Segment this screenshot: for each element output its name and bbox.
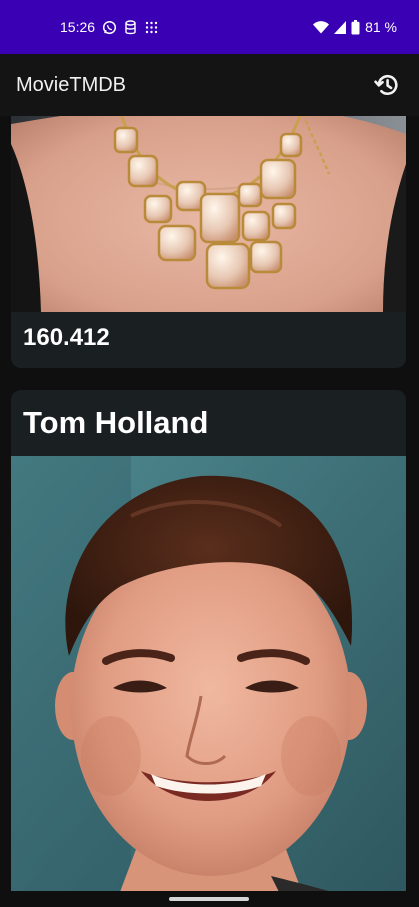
person-photo-tom-holland: [11, 456, 406, 891]
battery-icon: [351, 19, 360, 35]
battery-percent: 81 %: [365, 19, 397, 35]
person-name: Tom Holland: [23, 405, 209, 440]
refresh-history-icon: [373, 71, 401, 99]
popularity-value: 160.412: [23, 324, 110, 351]
status-left: 15:26: [60, 19, 159, 35]
status-right: 81 %: [313, 19, 397, 35]
database-icon: [124, 19, 137, 35]
signal-icon: [334, 20, 347, 34]
person-list[interactable]: 160.412 Tom Holland: [0, 116, 419, 891]
wifi-icon: [313, 20, 330, 34]
gesture-handle[interactable]: [169, 897, 249, 901]
person-card[interactable]: 160.412: [11, 116, 406, 368]
app-bar: MovieTMDB: [0, 54, 419, 116]
status-bar: 15:26 81 %: [0, 0, 419, 54]
person-card[interactable]: Tom Holland: [11, 390, 406, 891]
refresh-button[interactable]: [371, 69, 403, 101]
app-title: MovieTMDB: [16, 73, 127, 96]
grid-dots-icon: [144, 20, 159, 35]
status-time: 15:26: [60, 19, 96, 35]
whatsapp-icon: [102, 20, 117, 35]
person-photo-necklace: [11, 116, 406, 312]
navigation-bar: [0, 891, 419, 907]
